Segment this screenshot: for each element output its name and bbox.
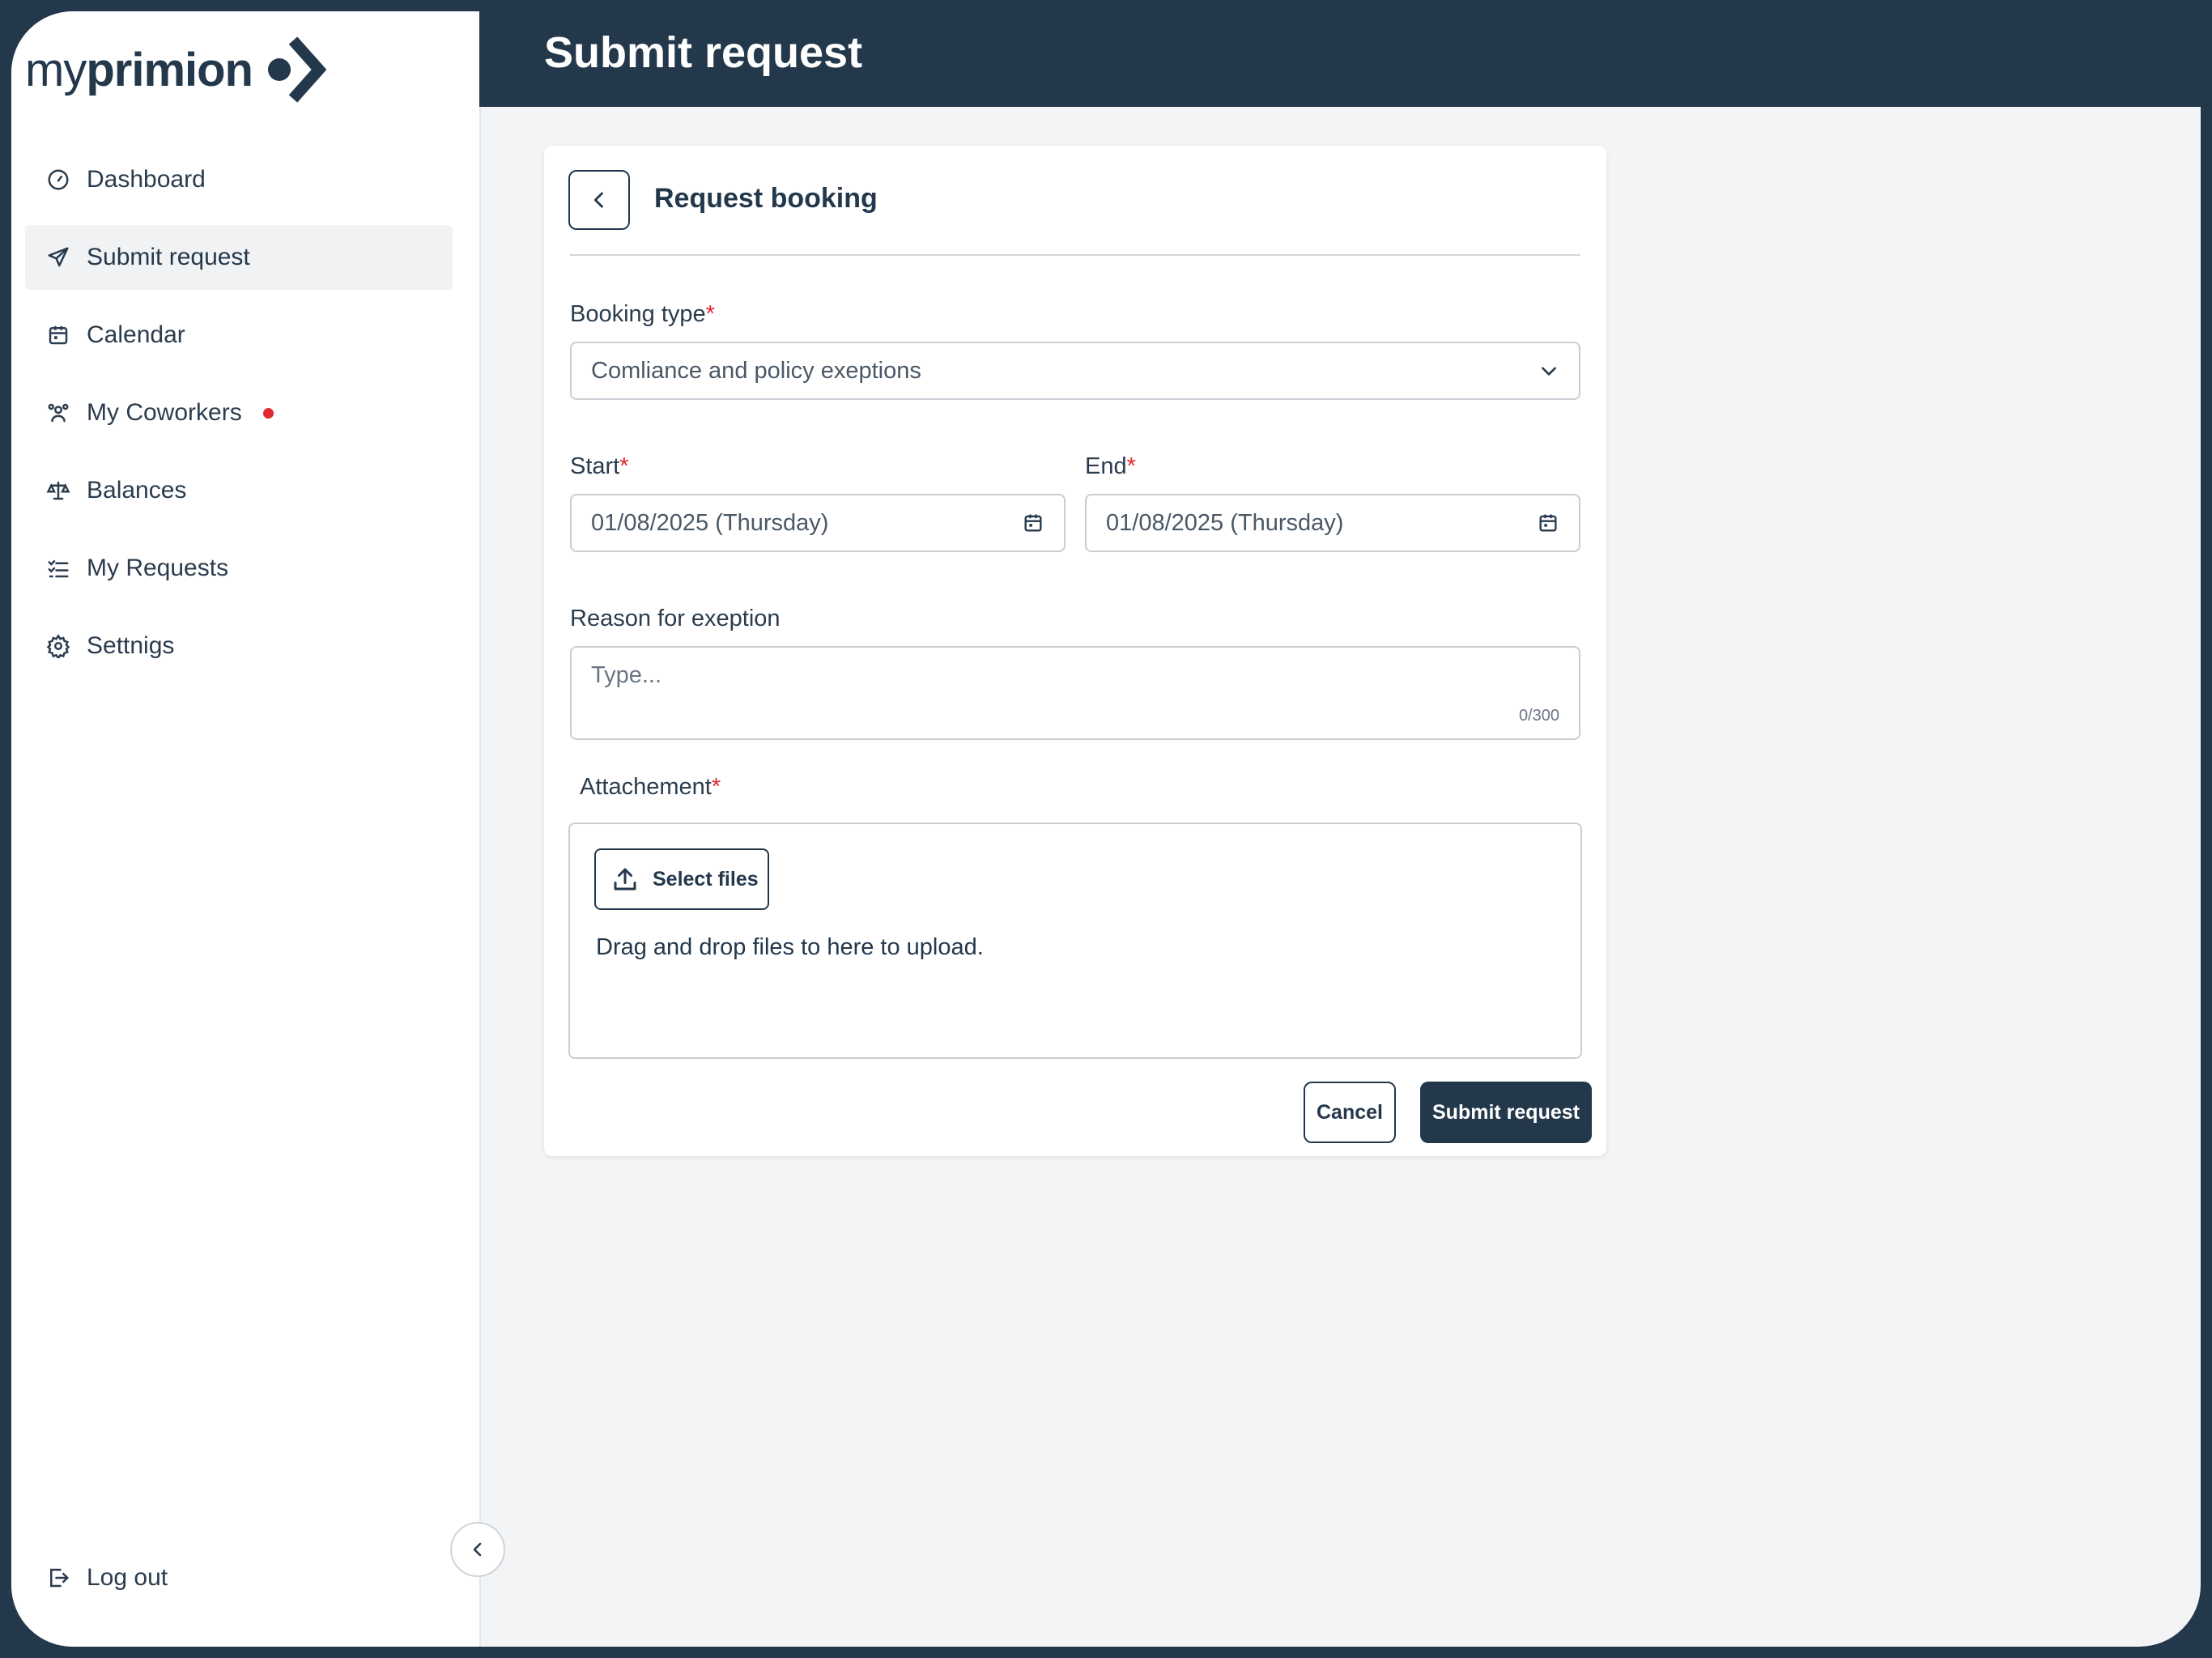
- upload-icon: [610, 865, 640, 894]
- start-date-value: 01/08/2025 (Thursday): [591, 509, 829, 536]
- sidebar-item-label: Settnigs: [87, 632, 175, 659]
- reason-label: Reason for exeption: [570, 606, 781, 631]
- logout-button[interactable]: Log out: [46, 1564, 168, 1592]
- attachment-label: Attachement*: [580, 774, 721, 800]
- select-files-button[interactable]: Select files: [594, 848, 769, 910]
- request-booking-card: Request booking Booking type* Comliance …: [544, 146, 1606, 1156]
- card-title: Request booking: [654, 183, 878, 214]
- logo-text: myprimion: [25, 43, 253, 96]
- scale-icon: [46, 478, 70, 503]
- character-counter: 0/300: [1518, 707, 1559, 725]
- end-label: End*: [1085, 453, 1136, 479]
- reason-placeholder: Type...: [591, 662, 662, 688]
- sidebar-item-settings[interactable]: Settnigs: [25, 614, 453, 678]
- calendar-icon[interactable]: [1537, 512, 1559, 534]
- sidebar-nav: Dashboard Submit request Calendar My Cow…: [25, 147, 453, 691]
- sidebar-item-label: Calendar: [87, 321, 185, 348]
- gauge-icon: [46, 168, 70, 192]
- gear-icon: [46, 634, 70, 658]
- cancel-button[interactable]: Cancel: [1304, 1082, 1396, 1143]
- sidebar-item-label: Balances: [87, 477, 187, 504]
- sidebar-item-dashboard[interactable]: Dashboard: [25, 147, 453, 212]
- sidebar: myprimion Dashboard Submit request Calen…: [11, 11, 481, 1647]
- users-icon: [46, 401, 70, 425]
- sidebar-item-balances[interactable]: Balances: [25, 458, 453, 523]
- sidebar-item-label: My Coworkers: [87, 399, 242, 426]
- reason-textarea[interactable]: Type... 0/300: [570, 646, 1580, 740]
- collapse-sidebar-button[interactable]: [450, 1522, 505, 1577]
- sidebar-item-submit-request[interactable]: Submit request: [25, 225, 453, 290]
- back-button[interactable]: [568, 170, 630, 230]
- logout-label: Log out: [87, 1564, 168, 1591]
- logo-arrow-icon: [268, 36, 327, 103]
- booking-type-value: Comliance and policy exeptions: [591, 357, 921, 384]
- logo: myprimion: [25, 36, 327, 104]
- sidebar-item-label: My Requests: [87, 555, 229, 581]
- calendar-icon[interactable]: [1022, 512, 1044, 534]
- paper-plane-icon: [46, 245, 70, 270]
- end-date-field[interactable]: 01/08/2025 (Thursday): [1085, 494, 1580, 552]
- sidebar-item-label: Dashboard: [87, 166, 206, 193]
- divider: [570, 254, 1580, 256]
- logout-icon: [46, 1566, 70, 1590]
- page-title: Submit request: [544, 28, 863, 77]
- notification-dot: [262, 407, 274, 419]
- chevron-left-icon: [593, 192, 603, 208]
- file-dropzone[interactable]: Select files Drag and drop files to here…: [568, 823, 1582, 1059]
- sidebar-item-calendar[interactable]: Calendar: [25, 303, 453, 368]
- start-date-field[interactable]: 01/08/2025 (Thursday): [570, 494, 1066, 552]
- select-files-label: Select files: [653, 867, 759, 891]
- end-date-value: 01/08/2025 (Thursday): [1106, 509, 1344, 536]
- booking-type-label: Booking type*: [570, 301, 715, 327]
- sidebar-item-my-requests[interactable]: My Requests: [25, 536, 453, 601]
- booking-type-select[interactable]: Comliance and policy exeptions: [570, 342, 1580, 400]
- chevron-down-icon: [1538, 360, 1559, 381]
- chevron-left-icon: [473, 1542, 482, 1557]
- top-header: Submit request: [479, 11, 2201, 107]
- app-window: myprimion Dashboard Submit request Calen…: [11, 11, 2201, 1647]
- submit-request-button[interactable]: Submit request: [1420, 1082, 1592, 1143]
- sidebar-item-my-coworkers[interactable]: My Coworkers: [25, 380, 453, 445]
- sidebar-item-label: Submit request: [87, 244, 250, 270]
- drop-hint: Drag and drop files to here to upload.: [596, 934, 984, 960]
- checklist-icon: [46, 556, 70, 580]
- start-label: Start*: [570, 453, 629, 479]
- calendar-icon: [46, 323, 70, 347]
